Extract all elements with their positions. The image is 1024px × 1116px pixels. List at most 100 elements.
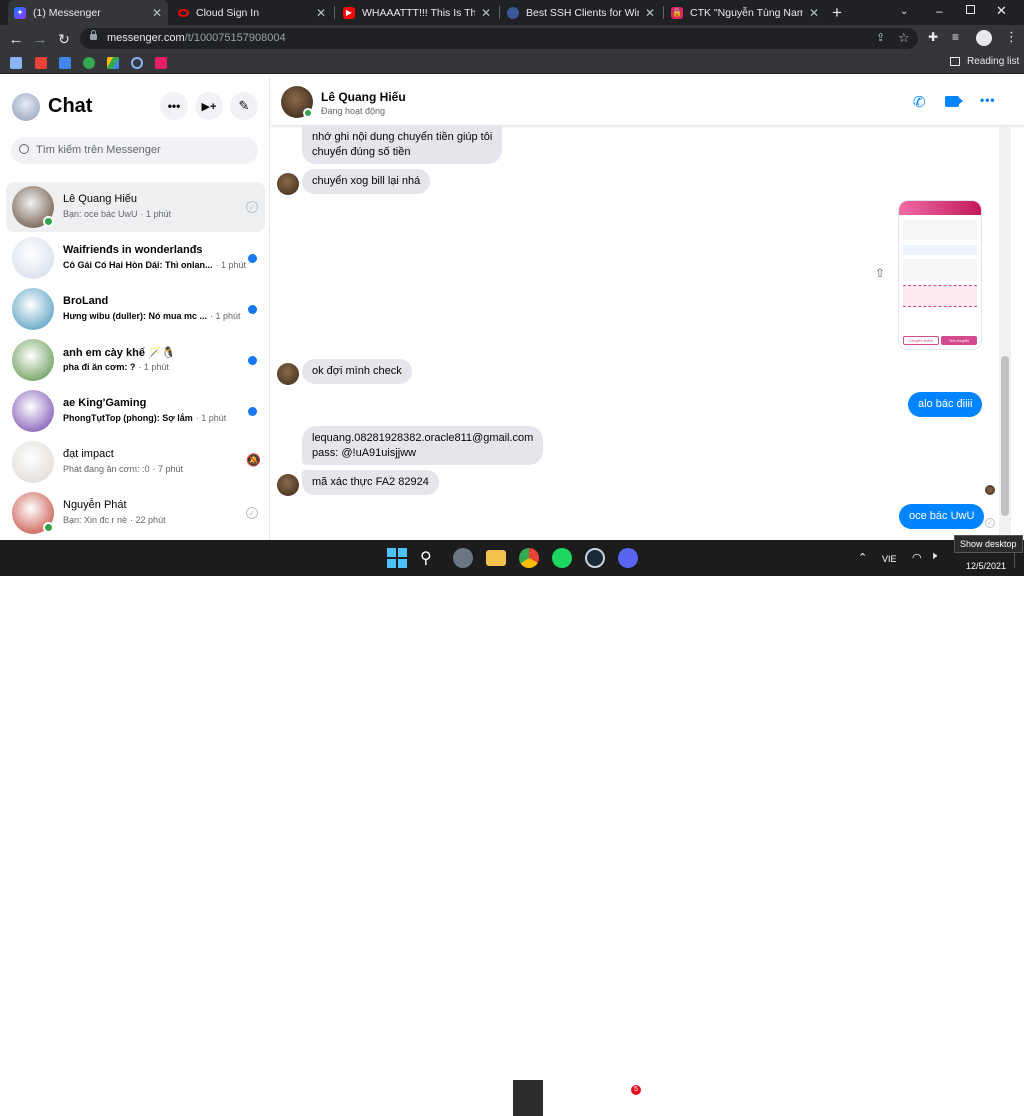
conversation-info-icon[interactable]: ••• — [980, 93, 996, 107]
close-tab-icon[interactable]: ✕ — [481, 6, 491, 20]
preview-text: PhongTụtTop (phong): Sợ lắm — [63, 413, 193, 423]
sender-avatar — [277, 173, 299, 195]
youtube-favicon-icon: ▶ — [343, 6, 355, 19]
apps-icon[interactable] — [10, 57, 22, 69]
sender-avatar — [277, 474, 299, 496]
conversation-item[interactable]: Waifrienđs in wonderlanđs Cô Gái Có Hai H… — [6, 233, 265, 283]
user-avatar[interactable] — [12, 93, 40, 121]
active-app-highlight — [513, 1080, 543, 1116]
browser-toolbar: ← → ↻ messenger.com/t/100075157908004 ⇪ … — [0, 25, 1024, 52]
profile-avatar[interactable] — [976, 30, 992, 46]
tab-search-icon[interactable]: ⌄ — [900, 6, 908, 17]
tab-separator — [499, 6, 500, 19]
new-tab-button[interactable]: + — [832, 3, 842, 23]
close-tab-icon[interactable]: ✕ — [809, 6, 819, 20]
preview-text: Bạn: oce bác UwU — [63, 209, 138, 219]
file-explorer-icon[interactable] — [486, 550, 506, 566]
new-message-button[interactable]: ✎ — [230, 92, 258, 120]
media-control-icon[interactable]: ≡ — [952, 30, 959, 44]
browser-tab-strip: ✦ (1) Messenger ✕ Cloud Sign In ✕ ▶ WHAA… — [0, 0, 1024, 25]
conversation-item[interactable]: Nguyễn Phát Bạn: Xin đc r nè · 22 phút ✓ — [6, 488, 265, 538]
tab-messenger[interactable]: ✦ (1) Messenger ✕ — [8, 0, 168, 25]
bank-receipt-image[interactable]: Chuyển thêm Trở chuyển — [898, 200, 982, 350]
scrollbar-thumb[interactable] — [1001, 356, 1009, 516]
contact-name[interactable]: Lê Quang Hiếu — [321, 90, 406, 104]
chat-header: Lê Quang Hiếu Đang hoạt động ✆ ••• — [271, 78, 1024, 126]
conversation-item[interactable]: đạt impact Phát đang ăn cơm: :0 · 7 phút 🔕 — [6, 437, 265, 487]
start-icon[interactable] — [387, 548, 407, 568]
reading-list-button[interactable]: Reading list — [967, 56, 1019, 67]
new-video-call-button[interactable]: ▶+ — [195, 92, 223, 120]
tab-ssh-clients[interactable]: Best SSH Clients for Windows ✕ — [501, 0, 661, 25]
lock-favicon-icon: 🔒 — [671, 6, 683, 19]
close-tab-icon[interactable]: ✕ — [645, 6, 655, 20]
close-tab-icon[interactable]: ✕ — [152, 6, 162, 20]
close-tab-icon[interactable]: ✕ — [316, 6, 326, 20]
conversation-item[interactable]: Lê Quang Hiếu Bạn: oce bác UwU · 1 phút ✓ — [6, 182, 265, 232]
clock-date[interactable]: 12/5/2021 — [966, 561, 1006, 571]
address-bar[interactable]: messenger.com/t/100075157908004 ⇪ ☆ — [80, 28, 918, 49]
share-icon[interactable]: ⇪ — [876, 31, 885, 44]
share-message-icon[interactable]: ⇧ — [875, 266, 885, 280]
volume-icon[interactable]: 🕨 — [930, 550, 937, 563]
tab-news[interactable]: 🔒 CTK "Nguyễn Tùng Nam" bị ✕ — [665, 0, 825, 25]
conversation-item[interactable]: BroLand Hưng wibu (duller): Nó mua mc ...… — [6, 284, 265, 334]
conversation-preview: Hưng wibu (duller): Nó mua mc ... · 1 phú… — [63, 311, 241, 321]
forward-icon[interactable]: → — [30, 29, 50, 49]
bookmark-star-icon[interactable]: ☆ — [898, 30, 910, 46]
message-bubble-outgoing[interactable]: alo bác điiii — [908, 392, 983, 417]
discord-icon[interactable] — [618, 548, 638, 568]
options-button[interactable]: ••• — [160, 92, 188, 120]
minimize-icon[interactable]: – — [936, 4, 943, 18]
message-bubble-incoming[interactable]: nhớ ghi nội dung chuyển tiền giúp tôi ch… — [302, 126, 503, 164]
message-bubble-incoming[interactable]: mã xác thực FA2 82924 — [302, 470, 439, 495]
sent-check-icon: ✓ — [985, 518, 995, 528]
hotspot-icon[interactable] — [131, 57, 143, 69]
input-language-indicator[interactable]: VIE — [882, 554, 897, 564]
tray-chevron-icon[interactable]: ⌃ — [858, 551, 867, 564]
search-icon[interactable]: ⚲ — [420, 548, 440, 568]
conversation-preview: Bạn: Xin đc r nè · 22 phút — [63, 515, 166, 525]
unread-dot-icon — [248, 305, 257, 314]
conversation-item[interactable]: ae King'Gaming PhongTụtTop (phong): Sợ lắ… — [6, 386, 265, 436]
drive-icon[interactable] — [107, 57, 119, 69]
conversation-avatar — [12, 237, 54, 279]
tab-cloud-sign-in[interactable]: Cloud Sign In ✕ — [172, 0, 332, 25]
conversation-item[interactable]: anh em cày khế 🪄🐧 pha đi ăn cơm: ? · 1 phú… — [6, 335, 265, 385]
message-bubble-incoming[interactable]: chuyển xog bill lại nhá — [302, 169, 431, 194]
steam-icon[interactable] — [585, 548, 605, 568]
preview-text: Bạn: Xin đc r nè — [63, 515, 128, 525]
back-icon[interactable]: ← — [6, 29, 26, 49]
chrome-icon[interactable] — [519, 548, 539, 568]
wifi-icon[interactable]: ◠ — [912, 551, 922, 564]
message-bubble-incoming[interactable]: lequang.08281928382.oracle811@gmail.com … — [302, 426, 544, 465]
message-bubble-incoming[interactable]: ok đợi mình check — [302, 359, 412, 384]
preview-text: Hưng wibu (duller): Nó mua mc ... — [63, 311, 208, 321]
search-placeholder: Tìm kiếm trên Messenger — [36, 144, 161, 156]
message-bubble-outgoing[interactable]: oce bác UwU — [899, 504, 985, 529]
read-receipt-icon: ✓ — [246, 201, 258, 213]
menu-icon[interactable]: ⋮ — [1005, 29, 1018, 45]
receipt-button-more: Chuyển thêm — [903, 336, 939, 345]
settings-gear-icon[interactable] — [453, 548, 473, 568]
unread-dot-icon — [248, 407, 257, 416]
search-input[interactable]: Tìm kiếm trên Messenger — [11, 137, 258, 164]
url-text[interactable]: messenger.com/t/100075157908004 — [107, 32, 286, 44]
gmail-icon[interactable] — [35, 57, 47, 69]
translate-icon[interactable] — [59, 57, 71, 69]
spotify-icon[interactable] — [552, 548, 572, 568]
restore-icon[interactable] — [966, 5, 975, 14]
message-line: lequang.08281928382.oracle811@gmail.com — [312, 432, 534, 444]
extensions-icon[interactable]: ✚ — [928, 30, 938, 44]
conversation-avatar — [12, 441, 54, 483]
video-call-icon[interactable] — [945, 96, 959, 107]
app-bookmark-icon[interactable] — [155, 57, 167, 69]
discord-notification-badge: 5 — [631, 1085, 641, 1095]
reload-icon[interactable]: ↻ — [54, 29, 74, 49]
maps-icon[interactable] — [83, 57, 95, 69]
close-window-icon[interactable]: ✕ — [996, 3, 1007, 19]
tab-youtube[interactable]: ▶ WHAAATTT!!! This Is The BIG ✕ — [337, 0, 497, 25]
phone-call-icon[interactable]: ✆ — [913, 93, 926, 111]
online-indicator — [43, 522, 54, 533]
preview-time: · 1 phút — [140, 209, 172, 219]
